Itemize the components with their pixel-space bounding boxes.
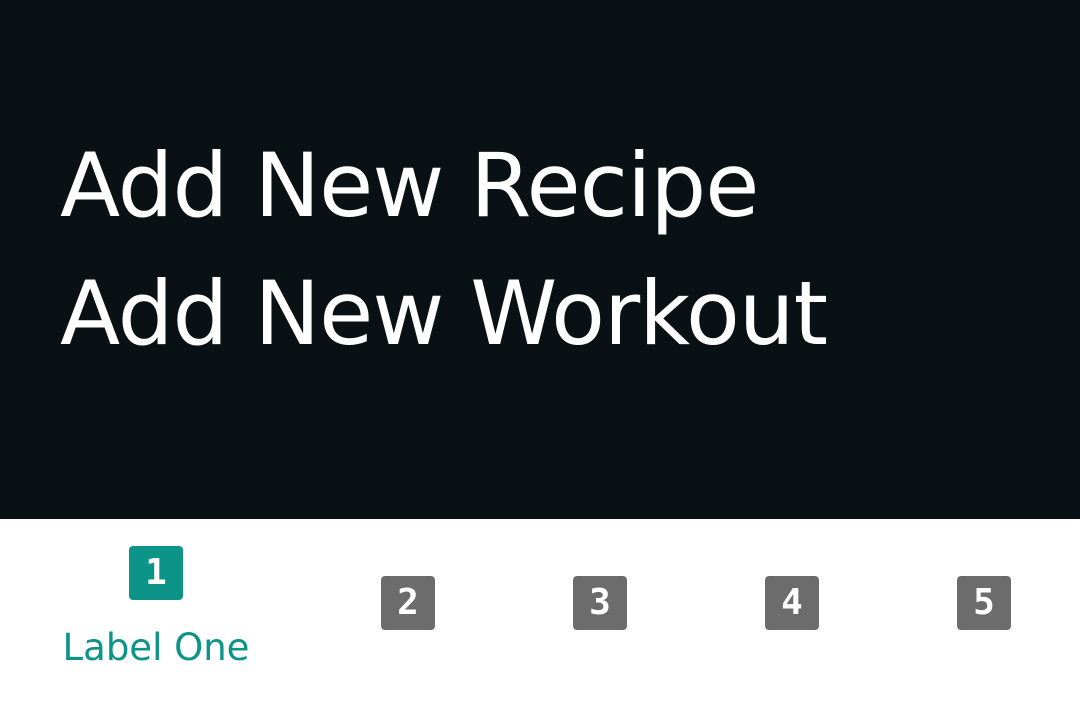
number-2-icon: 2 bbox=[381, 576, 435, 630]
nav-item-4[interactable]: 4 bbox=[696, 519, 888, 679]
add-new-recipe-action[interactable]: Add New Recipe bbox=[60, 122, 1080, 250]
content-area: Add New Recipe Add New Workout bbox=[0, 0, 1080, 519]
add-new-workout-action[interactable]: Add New Workout bbox=[60, 250, 1080, 378]
bottom-navigation: 1 Label One 2 3 4 5 bbox=[0, 519, 1080, 726]
nav-item-5[interactable]: 5 bbox=[888, 519, 1080, 679]
nav-item-1[interactable]: 1 Label One bbox=[60, 519, 252, 679]
number-5-icon: 5 bbox=[957, 576, 1011, 630]
nav-item-label: Label One bbox=[62, 626, 250, 669]
nav-item-3[interactable]: 3 bbox=[504, 519, 696, 679]
app-screen: Add New Recipe Add New Workout 1 Label O… bbox=[0, 0, 1080, 726]
number-4-icon: 4 bbox=[765, 576, 819, 630]
nav-item-2[interactable]: 2 bbox=[312, 519, 504, 679]
number-3-icon: 3 bbox=[573, 576, 627, 630]
number-1-icon: 1 bbox=[129, 546, 183, 600]
